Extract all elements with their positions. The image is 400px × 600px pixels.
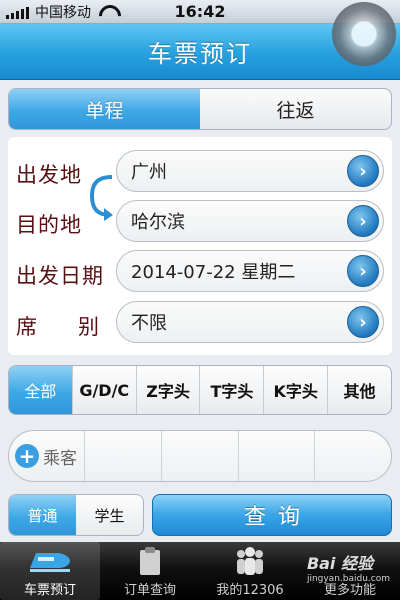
passenger-slot[interactable] [85, 431, 162, 481]
booking-form: 出发地 广州 › 目的地 哈尔滨 › 出发日期 2014-07-22 星期二 ›… [8, 137, 392, 355]
date-label: 出发日期 [16, 264, 104, 288]
to-station-field[interactable]: 哈尔滨 › [116, 200, 384, 242]
filter-t[interactable]: T字头 [200, 366, 265, 414]
trip-type-segment: 单程 往返 [8, 88, 392, 130]
filter-other[interactable]: 其他 [328, 366, 391, 414]
from-station-value: 广州 [131, 162, 167, 183]
trip-type-one-way[interactable]: 单程 [9, 89, 200, 129]
people-icon [233, 545, 267, 577]
seat-class-field[interactable]: 不限 › [116, 301, 384, 343]
seat-label-char-2: 别 [78, 315, 100, 339]
tab-label: 我的12306 [216, 583, 284, 598]
ticket-type-segment: 普通 学生 [8, 494, 144, 536]
seat-class-value: 不限 [131, 313, 167, 334]
departure-date-field[interactable]: 2014-07-22 星期二 › [116, 250, 384, 292]
filter-all[interactable]: 全部 [9, 366, 73, 414]
departure-date-value: 2014-07-22 星期二 [131, 262, 296, 283]
chevron-right-icon: › [347, 255, 379, 287]
tab-order-query[interactable]: 订单查询 [100, 542, 200, 600]
tab-ticket-booking[interactable]: 车票预订 [0, 542, 100, 600]
chevron-right-icon: › [347, 306, 379, 338]
watermark-url: jingyan.baidu.com [306, 574, 390, 584]
ticket-type-student[interactable]: 学生 [76, 495, 143, 535]
train-type-filter: 全部 G/D/C Z字头 T字头 K字头 其他 [8, 365, 392, 415]
tab-label: 订单查询 [123, 583, 176, 598]
baidu-watermark: Bai 经验 jingyan.baidu.com [307, 550, 390, 584]
seat-label-char-1: 席 [16, 315, 38, 339]
watermark-brand: Bai 经验 [306, 554, 373, 573]
filter-z[interactable]: Z字头 [137, 366, 201, 414]
passenger-slot[interactable] [315, 431, 391, 481]
passenger-slot[interactable] [162, 431, 239, 481]
query-button[interactable]: 查询 [152, 494, 392, 536]
from-label: 出发地 [16, 163, 82, 187]
assistive-touch-button[interactable] [332, 2, 396, 66]
add-passenger-label: 乘客 [43, 448, 77, 469]
page-title: 车票预订 [148, 40, 252, 68]
from-station-field[interactable]: 广州 › [116, 150, 384, 192]
to-station-value: 哈尔滨 [131, 212, 185, 233]
swap-arrows-icon[interactable] [86, 171, 116, 221]
ticket-type-adult[interactable]: 普通 [9, 495, 76, 535]
tab-label: 车票预订 [23, 583, 76, 598]
filter-gdc[interactable]: G/D/C [73, 366, 137, 414]
to-label: 目的地 [16, 213, 82, 237]
tab-my-12306[interactable]: 我的12306 [200, 542, 300, 600]
plus-circle-icon: + [15, 444, 39, 468]
filter-k[interactable]: K字头 [264, 366, 329, 414]
chevron-right-icon: › [347, 205, 379, 237]
clipboard-icon [138, 545, 162, 577]
passenger-row: + 乘客 [8, 430, 392, 482]
train-icon [28, 545, 72, 577]
trip-type-round-trip[interactable]: 往返 [200, 89, 391, 129]
chevron-right-icon: › [347, 155, 379, 187]
add-passenger-button[interactable]: + 乘客 [9, 431, 85, 481]
passenger-slot[interactable] [239, 431, 316, 481]
seat-label: 席别 [16, 311, 100, 341]
